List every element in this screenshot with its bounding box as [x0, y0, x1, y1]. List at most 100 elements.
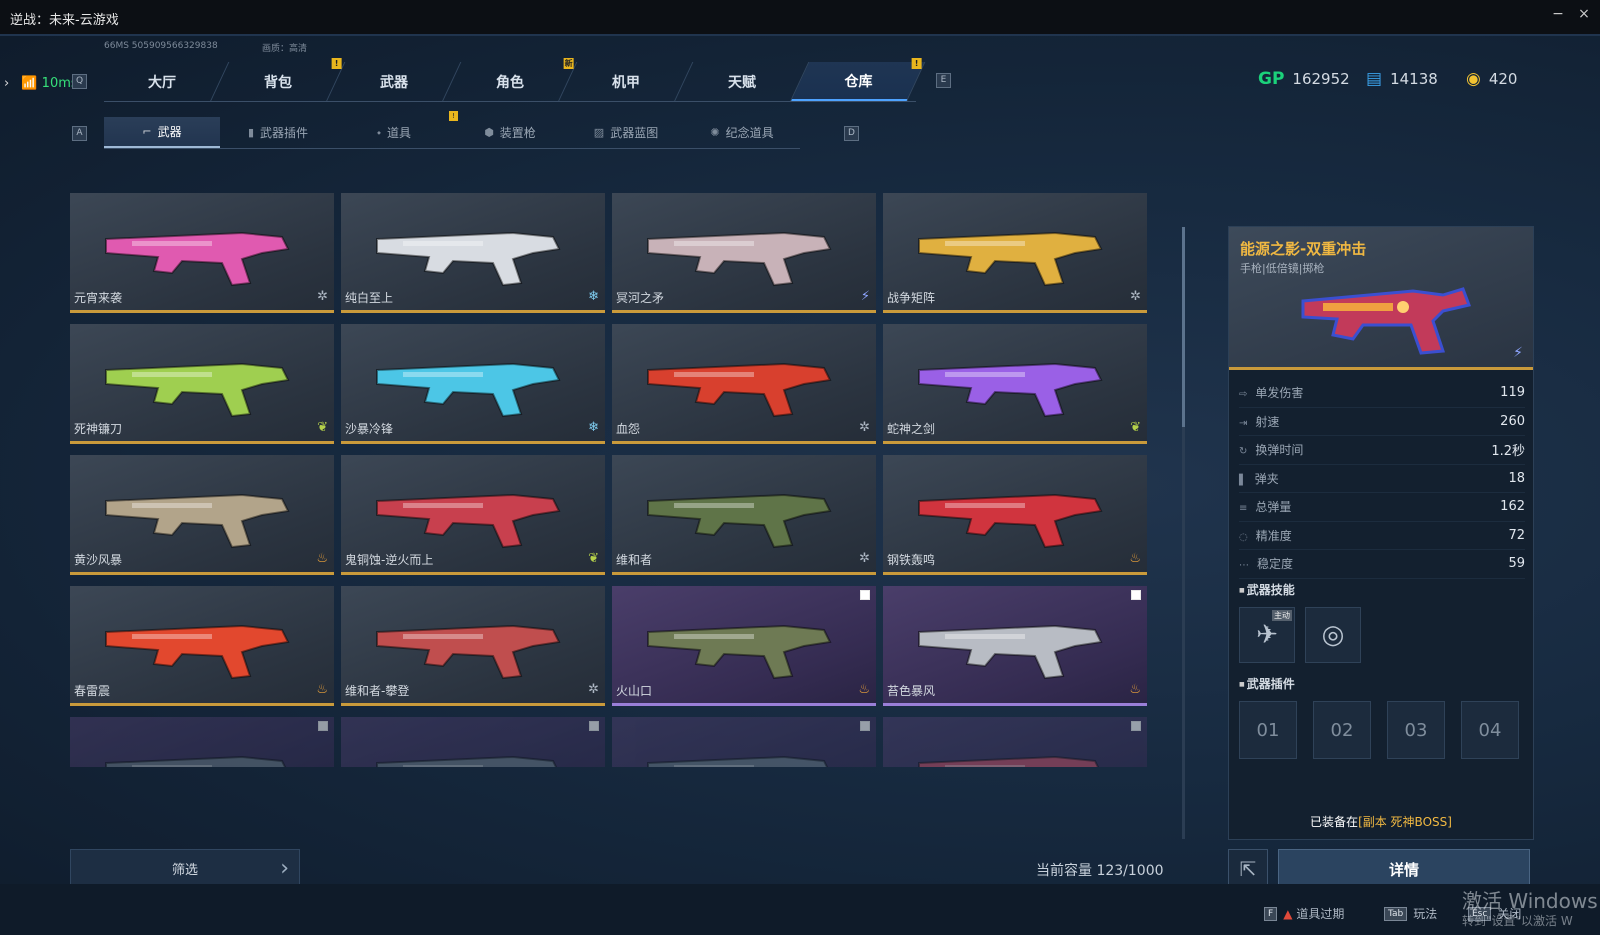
stat-value: 119 [1500, 385, 1525, 401]
plugin-slot-2[interactable]: 02 [1313, 701, 1371, 759]
stat-row: ⇨ 单发伤害 119 [1239, 379, 1525, 408]
weapon-card[interactable]: 鬼铜蚀-逆火而上 ❦ [341, 455, 605, 575]
gameplay-hint[interactable]: Tab 玩法 [1384, 905, 1437, 922]
weapon-card[interactable]: 战争矩阵 ✲ [883, 193, 1147, 313]
expired-items-hint[interactable]: F ▲ 道具过期 [1264, 905, 1344, 922]
sub-tab-4[interactable]: ▨ 武器蓝图 [568, 117, 684, 148]
stat-icon: ↻ [1239, 446, 1248, 458]
stat-row: ⇥ 射速 260 [1239, 408, 1525, 436]
nav-tab-6[interactable]: 仓库! [790, 58, 926, 102]
ping-indicator[interactable]: › 📶 10ms [4, 76, 78, 91]
weapon-card[interactable]: 蛇神之剑 ❦ [883, 324, 1147, 444]
weapon-card[interactable] [612, 717, 876, 767]
weapon-image [918, 493, 1103, 549]
stat-label-wrap: ⋯ 稳定度 [1239, 555, 1293, 572]
connection-info: 66MS 505909566329838 [104, 41, 218, 51]
weapon-skill-2[interactable]: ◎ [1305, 607, 1361, 663]
nav-tab-2[interactable]: 武器 [326, 62, 462, 102]
select-checkbox[interactable] [1131, 721, 1141, 731]
fire-element-icon: ♨ [1129, 682, 1141, 697]
grid-scrollbar[interactable] [1182, 227, 1185, 839]
leaf-element-icon: ❦ [1130, 420, 1141, 435]
sub-tab-0[interactable]: ⌐ 武器 [104, 117, 220, 148]
equipped-status: 已装备在[副本 死神BOSS] [1229, 813, 1533, 830]
weapon-card[interactable]: 死神镰刀 ❦ [70, 324, 334, 444]
nav-tab-label: 大厅 [147, 75, 176, 91]
gp-icon: GP [1258, 69, 1285, 89]
skill-active-tag: 主动 [1272, 610, 1292, 621]
scrollbar-thumb[interactable] [1182, 227, 1185, 427]
select-checkbox[interactable] [589, 721, 599, 731]
chevron-right-icon: › [280, 856, 289, 881]
plugin-slot-4[interactable]: 04 [1461, 701, 1519, 759]
weapon-card[interactable]: 钢铁轰鸣 ♨ [883, 455, 1147, 575]
main-nav: 大厅 背包! 武器 角色 新机甲 天赋 仓库! [94, 58, 926, 102]
weapon-card[interactable]: 火山口 ♨ [612, 586, 876, 706]
weapon-card[interactable]: 苔色暴风 ♨ [883, 586, 1147, 706]
details-button[interactable]: 详情 [1278, 849, 1530, 889]
storage-capacity: 当前容量 123/1000 [1036, 863, 1164, 879]
sub-tab-5[interactable]: ✺ 纪念道具 [684, 117, 800, 148]
expand-arrow-icon[interactable]: › [4, 76, 9, 91]
sub-tab-2[interactable]: ⬩ 道具! [336, 111, 458, 148]
weapon-card[interactable]: 冥河之矛 ⚡ [612, 193, 876, 313]
plugin-slot-3[interactable]: 03 [1387, 701, 1445, 759]
weapon-card[interactable]: 血怨 ✲ [612, 324, 876, 444]
weapon-card[interactable]: 维和者-攀登 ✲ [341, 586, 605, 706]
stat-label: 换弹时间 [1255, 443, 1304, 458]
nav-tab-5[interactable]: 天赋 [674, 62, 810, 102]
weapon-card[interactable]: 春雷震 ♨ [70, 586, 334, 706]
weapon-name: 钢铁轰鸣 [887, 553, 936, 567]
weapon-name: 鬼铜蚀-逆火而上 [345, 553, 434, 567]
close-window-button[interactable]: × [1574, 6, 1594, 22]
weapon-image [376, 231, 561, 287]
filter-button[interactable]: 筛选 › [70, 849, 300, 887]
select-checkbox[interactable] [860, 721, 870, 731]
weapon-card[interactable]: 黄沙风暴 ♨ [70, 455, 334, 575]
weapon-card[interactable]: 沙暴冷锋 ❄ [341, 324, 605, 444]
weapon-card[interactable] [341, 717, 605, 767]
fire-element-icon: ♨ [316, 682, 328, 697]
weapon-card[interactable] [70, 717, 334, 767]
select-checkbox[interactable] [860, 590, 870, 600]
weapon-card[interactable]: 纯白至上 ❄ [341, 193, 605, 313]
weapon-name: 春雷震 [74, 684, 111, 698]
key-hint-e: E [936, 73, 951, 88]
stat-icon: ⇨ [1239, 389, 1248, 401]
stat-label-wrap: ⇥ 射速 [1239, 413, 1279, 430]
stat-value: 1.2秒 [1491, 444, 1525, 460]
select-checkbox[interactable] [318, 721, 328, 731]
sub-tab-1[interactable]: ▮ 武器插件 [220, 117, 336, 148]
select-checkbox[interactable] [1131, 590, 1141, 600]
notification-badge: ! [331, 58, 342, 69]
weapon-card[interactable]: 维和者 ✲ [612, 455, 876, 575]
weapon-card[interactable]: 元宵来袭 ✲ [70, 193, 334, 313]
equipped-prefix: 已装备在 [1310, 815, 1359, 829]
minimize-button[interactable]: − [1548, 6, 1568, 22]
weapon-skill-1[interactable]: ✈ 主动 [1239, 607, 1295, 663]
nav-tab-4[interactable]: 机甲 [558, 62, 694, 102]
leaf-element-icon: ❦ [317, 420, 328, 435]
window-titlebar: 逆战：未来-云游戏 − × [0, 0, 1600, 36]
bolt-icon: ⚡ [1513, 345, 1523, 361]
nav-tab-1[interactable]: 背包! [210, 58, 346, 102]
game-main-area: 66MS 505909566329838 画质：高清 › 📶 10ms Q 大厅… [0, 36, 1600, 935]
fire-element-icon: ♨ [316, 551, 328, 566]
external-link-button[interactable]: ⇱ [1228, 849, 1268, 889]
snow-element-icon: ❄ [588, 289, 599, 304]
sub-tab-3[interactable]: ⬢ 装置枪 [452, 117, 568, 148]
stat-icon: ⋯ [1239, 560, 1249, 572]
gun-icon: ⌐ [142, 125, 152, 138]
nav-tab-0[interactable]: 大厅 [94, 62, 230, 102]
nav-divider [104, 101, 916, 102]
fire-element-icon: ♨ [1129, 551, 1141, 566]
bottom-bar [0, 884, 1600, 935]
gear-element-icon: ✲ [859, 551, 870, 566]
window-title: 逆战：未来-云游戏 [10, 13, 119, 28]
weapon-image [105, 624, 290, 680]
weapon-card[interactable] [883, 717, 1147, 767]
plugin-slot-1[interactable]: 01 [1239, 701, 1297, 759]
stat-icon: ▌ [1239, 474, 1247, 486]
stat-label: 射速 [1255, 414, 1280, 429]
nav-tab-3[interactable]: 角色 新 [442, 58, 578, 102]
